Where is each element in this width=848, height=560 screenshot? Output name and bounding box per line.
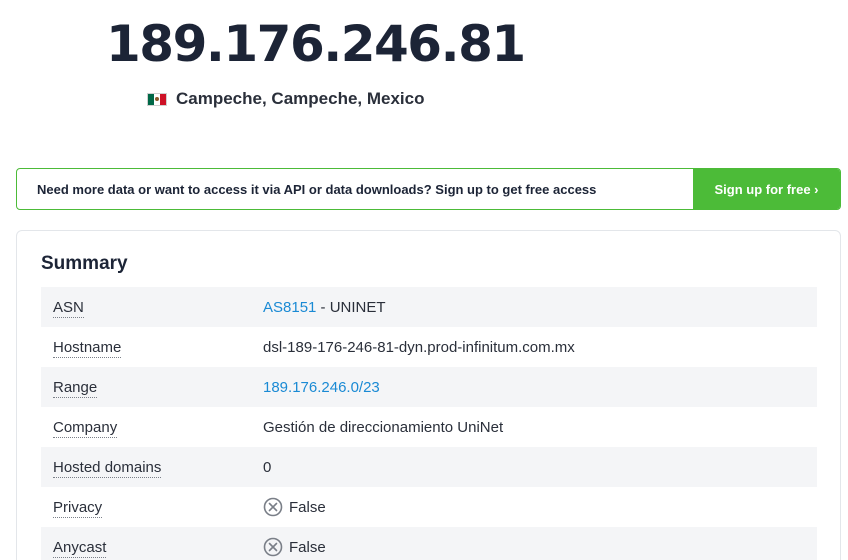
hostname-value: dsl-189-176-246-81-dyn.prod-infinitum.co… xyxy=(263,338,575,356)
mexico-flag-icon xyxy=(147,92,167,106)
row-anycast: Anycast False xyxy=(41,527,817,560)
row-hosted-domains: Hosted domains 0 xyxy=(41,447,817,487)
hosted-domains-label[interactable]: Hosted domains xyxy=(53,458,162,478)
location-text: Campeche, Campeche, Mexico xyxy=(176,89,425,108)
row-hostname: Hostname dsl-189-176-246-81-dyn.prod-inf… xyxy=(41,327,817,367)
range-label: Range xyxy=(53,378,98,398)
summary-table: ASN AS8151 - UNINET Hostname dsl-189-176… xyxy=(41,287,817,560)
hostname-label[interactable]: Hostname xyxy=(53,338,122,358)
summary-card: Summary ASN AS8151 - UNINET Hostname dsl… xyxy=(16,230,841,560)
asn-value: AS8151 - UNINET xyxy=(263,299,817,316)
signup-banner: Need more data or want to access it via … xyxy=(16,168,841,210)
x-circle-icon xyxy=(263,497,283,517)
asn-name: - UNINET xyxy=(316,298,386,316)
ip-address-title: 189.176.246.81 xyxy=(106,15,526,73)
banner-text: Need more data or want to access it via … xyxy=(37,181,597,197)
company-label[interactable]: Company xyxy=(53,418,118,438)
asn-link[interactable]: AS8151 xyxy=(263,299,316,316)
row-privacy: Privacy False xyxy=(41,487,817,527)
asn-label[interactable]: ASN xyxy=(53,298,84,318)
hosted-domains-value: 0 xyxy=(263,458,272,476)
page: 189.176.246.81 Campeche, Campeche, Mexic… xyxy=(0,0,848,560)
location: Campeche, Campeche, Mexico xyxy=(147,89,424,109)
summary-title: Summary xyxy=(41,253,128,274)
signup-button[interactable]: Sign up for free › xyxy=(693,169,840,209)
privacy-value: False xyxy=(289,498,326,516)
row-range: Range 189.176.246.0/23 xyxy=(41,367,817,407)
x-circle-icon xyxy=(263,537,283,557)
range-link[interactable]: 189.176.246.0/23 xyxy=(263,379,380,396)
row-company: Company Gestión de direccionamiento UniN… xyxy=(41,407,817,447)
row-asn: ASN AS8151 - UNINET xyxy=(41,287,817,327)
anycast-value: False xyxy=(289,538,326,556)
privacy-label[interactable]: Privacy xyxy=(53,498,103,518)
company-value: Gestión de direccionamiento UniNet xyxy=(263,418,504,436)
anycast-label[interactable]: Anycast xyxy=(53,538,107,558)
